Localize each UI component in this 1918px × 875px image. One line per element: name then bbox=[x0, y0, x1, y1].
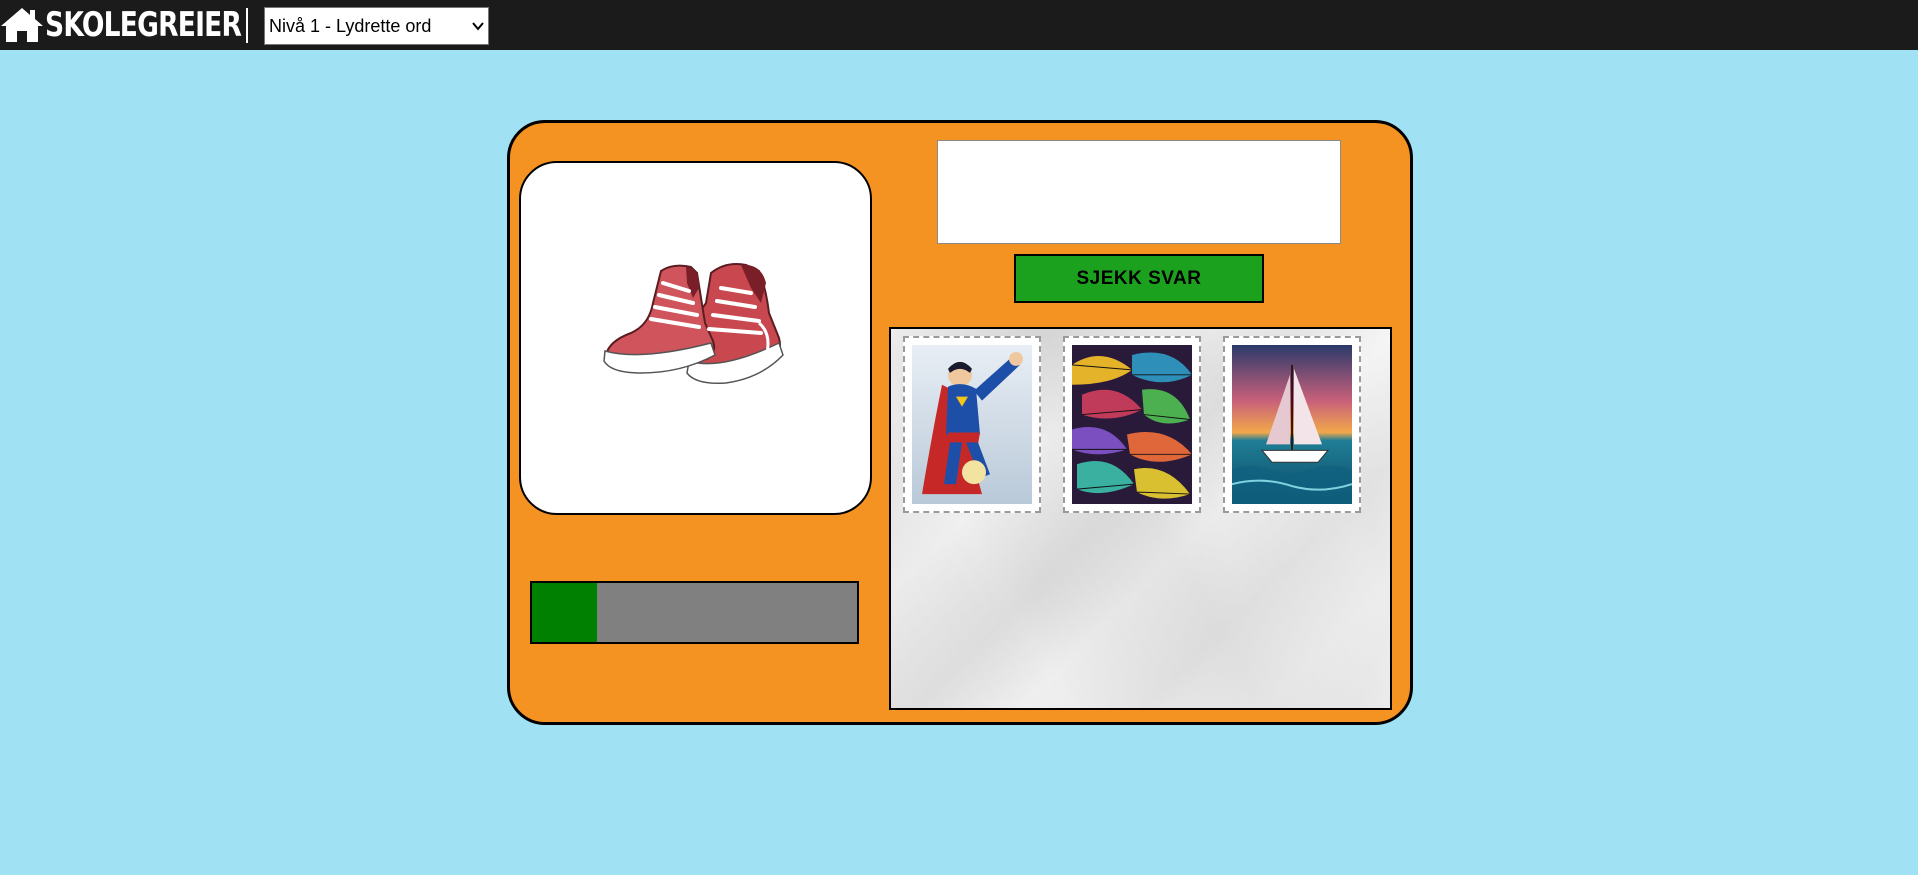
word-picture-frame bbox=[519, 161, 872, 515]
brand-logo-text: SKOLEGREIER bbox=[45, 5, 242, 45]
level-select[interactable]: Nivå 1 - Lydrette ord bbox=[264, 7, 489, 45]
stamp-sailboat[interactable] bbox=[1223, 336, 1361, 513]
divider bbox=[246, 8, 248, 43]
progress-bar bbox=[530, 581, 859, 644]
feathers-pattern-stamp-icon bbox=[1072, 345, 1192, 504]
home-link[interactable]: SKOLEGREIER bbox=[0, 4, 296, 46]
stamp-superhero[interactable] bbox=[903, 336, 1041, 513]
answer-input[interactable] bbox=[937, 140, 1341, 244]
top-bar: SKOLEGREIER Nivå 1 - Lydrette ord bbox=[0, 0, 1918, 50]
home-icon bbox=[1, 8, 43, 42]
progress-bar-fill bbox=[532, 583, 597, 642]
superhero-stamp-icon bbox=[912, 345, 1032, 504]
sailboat-stamp-icon bbox=[1232, 345, 1352, 504]
stamp-feathers[interactable] bbox=[1063, 336, 1201, 513]
chevron-down-icon bbox=[472, 22, 484, 31]
sneakers-image bbox=[603, 263, 784, 385]
check-answer-button[interactable]: SJEKK SVAR bbox=[1014, 254, 1264, 303]
stamp-collection-paper bbox=[889, 327, 1392, 710]
level-select-value: Nivå 1 - Lydrette ord bbox=[269, 15, 432, 36]
